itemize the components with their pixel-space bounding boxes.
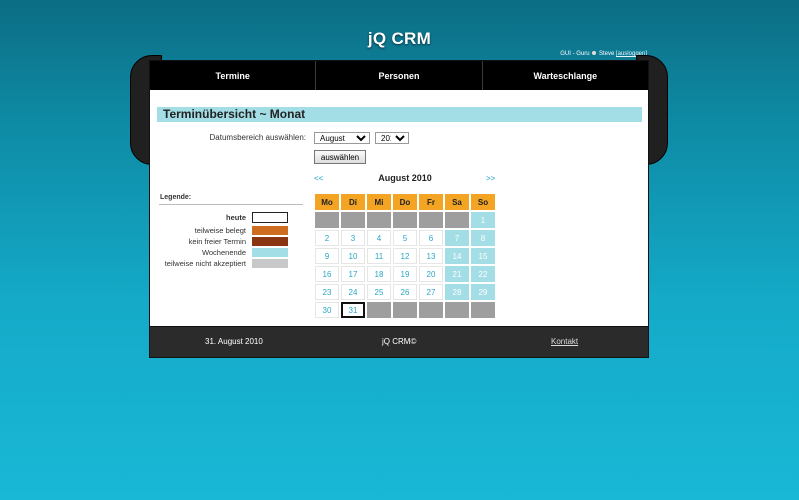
- month-select[interactable]: August: [314, 132, 370, 144]
- weekday-header: Sa: [445, 194, 469, 210]
- calendar-day-weekend[interactable]: 7: [445, 230, 469, 246]
- status-dot-icon: [592, 51, 597, 56]
- calendar-day-weekend[interactable]: 8: [471, 230, 495, 246]
- calendar-day[interactable]: 6: [419, 230, 443, 246]
- legend-label: Wochenende: [201, 248, 246, 257]
- empty-day-cell: [471, 302, 495, 318]
- empty-day-cell: [419, 212, 443, 228]
- legend-swatch: [252, 259, 288, 268]
- nav-tab-termine[interactable]: Termine: [150, 61, 317, 90]
- legend-label: kein freier Termin: [188, 237, 246, 246]
- user-name: Steve: [598, 51, 615, 57]
- calendar-day-weekend[interactable]: 28: [445, 284, 469, 300]
- footer-date: 31. August 2010: [205, 337, 263, 346]
- page-title: Terminübersicht ~ Monat: [157, 107, 642, 122]
- calendar-day[interactable]: 18: [367, 266, 391, 282]
- legend-swatch: [252, 248, 288, 257]
- calendar-day[interactable]: 12: [393, 248, 417, 264]
- user-role: GUI - Guru: [560, 51, 590, 57]
- prev-month-link[interactable]: <<: [314, 174, 323, 183]
- empty-day-cell: [393, 212, 417, 228]
- legend-swatch: [252, 212, 288, 223]
- empty-day-cell: [315, 212, 339, 228]
- choose-button[interactable]: auswählen: [314, 150, 366, 164]
- contact-link[interactable]: Kontakt: [551, 337, 578, 346]
- empty-day-cell: [445, 212, 469, 228]
- empty-day-cell: [367, 212, 391, 228]
- legend-item: heute: [150, 212, 290, 223]
- legend-label: teilweise belegt: [194, 226, 246, 235]
- empty-day-cell: [445, 302, 469, 318]
- legend-label: heute: [225, 213, 246, 222]
- legend-swatch: [252, 237, 288, 246]
- calendar-day[interactable]: 2: [315, 230, 339, 246]
- calendar-day-weekend[interactable]: 1: [471, 212, 495, 228]
- empty-day-cell: [341, 212, 365, 228]
- app-title: jQ CRM: [367, 29, 432, 48]
- calendar-day[interactable]: 25: [367, 284, 391, 300]
- nav-tab-warteschlange[interactable]: Warteschlange: [483, 61, 648, 90]
- calendar-day[interactable]: 9: [315, 248, 339, 264]
- main-window: Termine Personen Warteschlange Terminübe…: [149, 60, 649, 358]
- main-nav: Termine Personen Warteschlange: [150, 61, 648, 90]
- footer: 31. August 2010 jQ CRM© Kontakt: [149, 326, 649, 358]
- nav-tab-personen[interactable]: Personen: [316, 61, 483, 90]
- user-bar: GUI - Guru Steve [ausloggen]: [560, 51, 647, 57]
- empty-day-cell: [393, 302, 417, 318]
- year-select[interactable]: 2010: [375, 132, 409, 144]
- calendar-month-title: August 2010: [378, 173, 432, 183]
- calendar-day-weekend[interactable]: 15: [471, 248, 495, 264]
- calendar-day[interactable]: 26: [393, 284, 417, 300]
- weekday-header: Mo: [315, 194, 339, 210]
- weekday-header: Do: [393, 194, 417, 210]
- calendar-day[interactable]: 13: [419, 248, 443, 264]
- weekday-header: Mi: [367, 194, 391, 210]
- calendar-day[interactable]: 19: [393, 266, 417, 282]
- calendar-day[interactable]: 30: [315, 302, 339, 318]
- weekday-header: Fr: [419, 194, 443, 210]
- calendar-day[interactable]: 5: [393, 230, 417, 246]
- calendar-day[interactable]: 3: [341, 230, 365, 246]
- calendar-day[interactable]: 11: [367, 248, 391, 264]
- calendar-day[interactable]: 20: [419, 266, 443, 282]
- calendar-day[interactable]: 27: [419, 284, 443, 300]
- calendar-day[interactable]: 10: [341, 248, 365, 264]
- legend-item: teilweise belegt: [150, 225, 290, 236]
- calendar-day[interactable]: 4: [367, 230, 391, 246]
- calendar-day-weekend[interactable]: 22: [471, 266, 495, 282]
- legend-item: kein freier Termin: [150, 236, 290, 247]
- legend-swatch: [252, 226, 288, 235]
- legend-title: Legende:: [160, 194, 192, 201]
- calendar-day[interactable]: 17: [341, 266, 365, 282]
- calendar-grid: Mo Di Mi Do Fr Sa So 1 2 3 4 5 6 7 8 9 10 11 12 13 14 15 16 17 1…: [315, 194, 498, 318]
- next-month-link[interactable]: >>: [486, 174, 495, 183]
- legend-label: teilweise nicht akzeptiert: [164, 259, 246, 268]
- calendar-day-weekend[interactable]: 29: [471, 284, 495, 300]
- date-range-label: Datumsbereich auswählen:: [209, 133, 307, 142]
- calendar-day[interactable]: 16: [315, 266, 339, 282]
- weekday-header: So: [471, 194, 495, 210]
- calendar-day[interactable]: 23: [315, 284, 339, 300]
- empty-day-cell: [367, 302, 391, 318]
- calendar-day-weekend[interactable]: 14: [445, 248, 469, 264]
- legend-item: teilweise nicht akzeptiert: [150, 258, 290, 269]
- legend-item: Wochenende: [150, 247, 290, 258]
- calendar-day-today[interactable]: 31: [341, 302, 365, 318]
- weekday-header: Di: [341, 194, 365, 210]
- legend-divider: [159, 204, 303, 205]
- empty-day-cell: [419, 302, 443, 318]
- calendar-day[interactable]: 24: [341, 284, 365, 300]
- calendar-day-weekend[interactable]: 21: [445, 266, 469, 282]
- footer-brand: jQ CRM©: [382, 337, 417, 346]
